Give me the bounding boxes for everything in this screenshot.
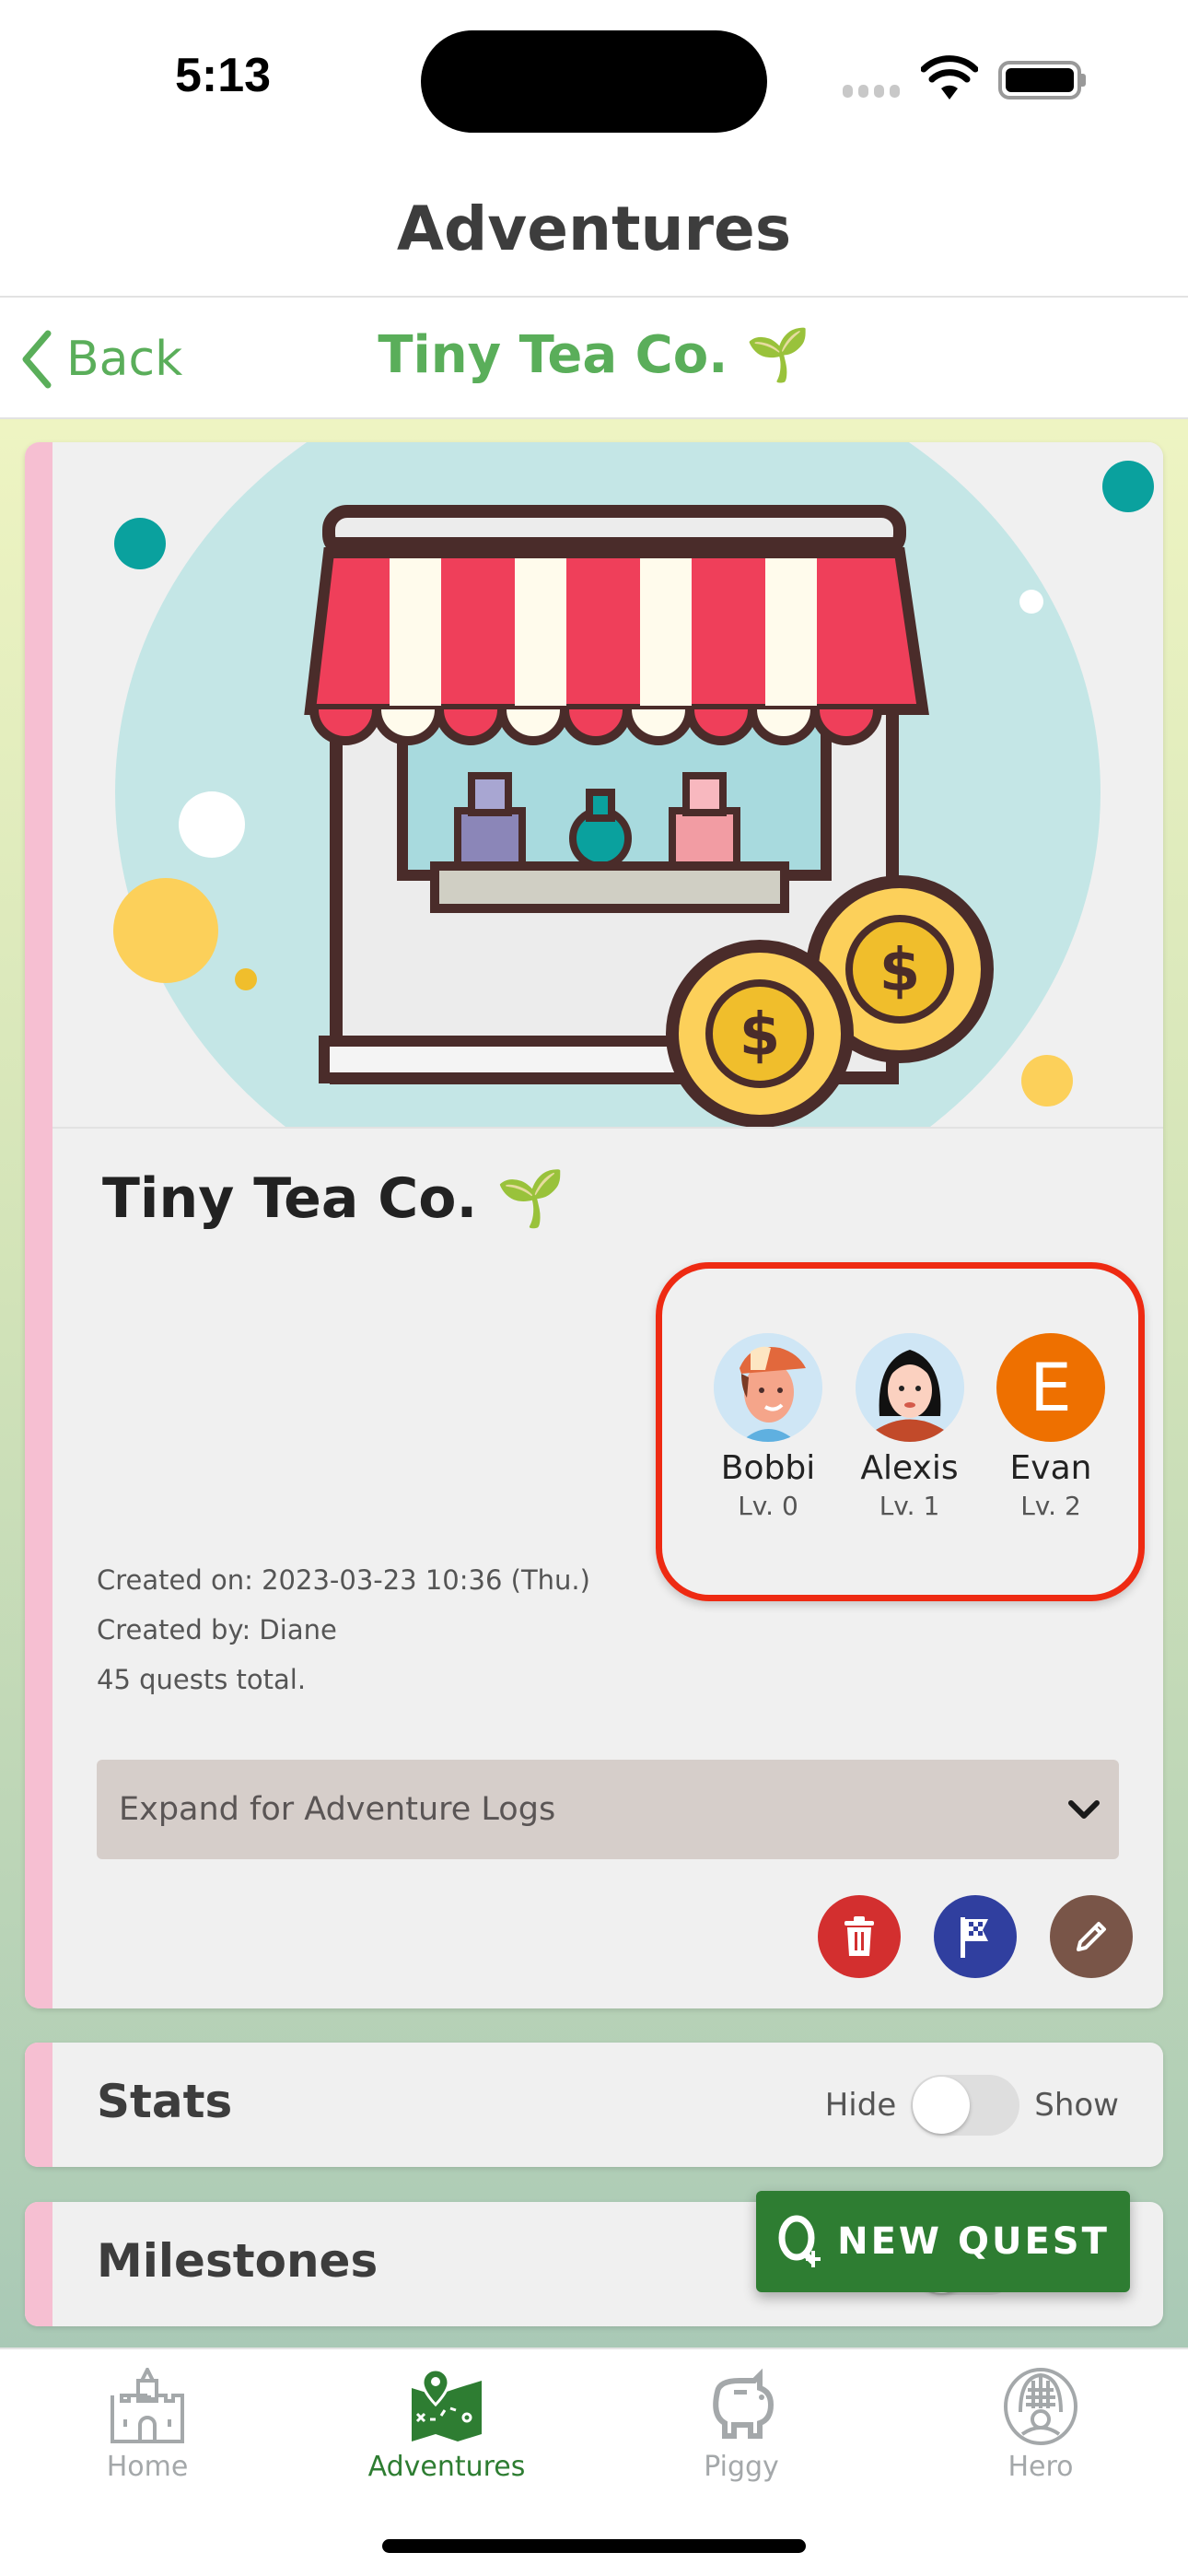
- tab-label: Adventures: [367, 2451, 526, 2483]
- created-on: Created on: 2023-03-23 10:36 (Thu.): [97, 1564, 590, 1596]
- pencil-icon: [1077, 1922, 1106, 1951]
- boy-cap-avatar: [714, 1333, 822, 1442]
- status-time: 5:13: [175, 49, 272, 102]
- new-quest-label: NEW QUEST: [837, 2220, 1110, 2263]
- tab-adventures[interactable]: Adventures: [355, 2368, 539, 2483]
- svg-text:$: $: [879, 937, 921, 1005]
- stats-section: Stats Hide Show: [25, 2043, 1163, 2167]
- delete-button[interactable]: [818, 1895, 901, 1978]
- battery-icon: [998, 61, 1081, 100]
- toggle-on-label: Show: [1034, 2087, 1119, 2124]
- tab-label: Home: [106, 2451, 189, 2483]
- stats-toggle[interactable]: [911, 2075, 1020, 2136]
- nav-title: Tiny Tea Co. 🌱: [378, 325, 810, 385]
- edit-button[interactable]: [1050, 1895, 1133, 1978]
- castle-icon: [111, 2368, 184, 2443]
- tab-home[interactable]: Home: [55, 2368, 239, 2483]
- adventure-logs-expander[interactable]: Expand for Adventure Logs: [97, 1760, 1119, 1859]
- wifi-icon: [921, 55, 978, 100]
- girl-black-hair-avatar: [855, 1333, 964, 1442]
- tea-shop-illustration: $ $: [113, 442, 1154, 1127]
- piggy-bank-icon: [713, 2368, 775, 2439]
- member-item[interactable]: E Evan Lv. 2: [982, 1333, 1120, 1595]
- tab-label: Hero: [1007, 2451, 1074, 2483]
- toggle-off-label: Hide: [824, 2087, 897, 2124]
- section-stripe: [25, 2043, 52, 2167]
- adventure-card: $ $ Tiny Tea Co. 🌱 Bobbi Lv. 0 Alexis Lv…: [25, 442, 1163, 2008]
- toggle-knob: [913, 2077, 971, 2134]
- section-title: Stats: [97, 2075, 233, 2128]
- home-indicator: [382, 2539, 806, 2553]
- member-name: Bobbi: [720, 1449, 816, 1487]
- created-by: Created by: Diane: [97, 1614, 337, 1645]
- tab-piggy[interactable]: Piggy: [649, 2368, 833, 2483]
- tab-label: Piggy: [704, 2451, 779, 2483]
- quests-total: 45 quests total.: [97, 1664, 307, 1695]
- treasure-map-icon: [412, 2368, 482, 2441]
- chevron-down-icon: [1068, 1800, 1100, 1819]
- svg-text:$: $: [740, 1001, 781, 1070]
- letter-avatar: E: [996, 1333, 1105, 1442]
- stats-toggle-group: Hide Show: [825, 2075, 1119, 2136]
- page-title: Adventures: [396, 193, 792, 264]
- section-title: Milestones: [97, 2234, 379, 2288]
- card-stripe: [25, 442, 52, 2008]
- dynamic-island: [421, 30, 767, 133]
- member-name: Alexis: [860, 1449, 959, 1487]
- member-level: Lv. 0: [738, 1491, 798, 1521]
- members-list: Bobbi Lv. 0 Alexis Lv. 1 E Evan Lv. 2: [656, 1262, 1145, 1601]
- member-item[interactable]: Alexis Lv. 1: [841, 1333, 979, 1595]
- adventure-image: $ $: [52, 442, 1163, 1129]
- quest-add-icon: [778, 2215, 821, 2267]
- trash-icon: [844, 1916, 874, 1956]
- knight-helmet-icon: [1004, 2368, 1077, 2445]
- divider: [0, 296, 1188, 298]
- section-stripe: [25, 2202, 52, 2326]
- member-item[interactable]: Bobbi Lv. 0: [699, 1333, 837, 1595]
- battery-cap: [1081, 74, 1086, 87]
- new-quest-button[interactable]: NEW QUEST: [756, 2191, 1130, 2292]
- member-level: Lv. 1: [879, 1491, 940, 1521]
- expand-label: Expand for Adventure Logs: [119, 1791, 556, 1828]
- finish-adventure-button[interactable]: [934, 1895, 1017, 1978]
- adventure-title: Tiny Tea Co. 🌱: [102, 1166, 565, 1231]
- tab-hero[interactable]: Hero: [949, 2368, 1133, 2483]
- member-level: Lv. 2: [1020, 1491, 1081, 1521]
- member-name: Evan: [1009, 1449, 1092, 1487]
- checkered-flag-icon: [961, 1917, 988, 1958]
- cellular-signal-icon: [843, 85, 900, 98]
